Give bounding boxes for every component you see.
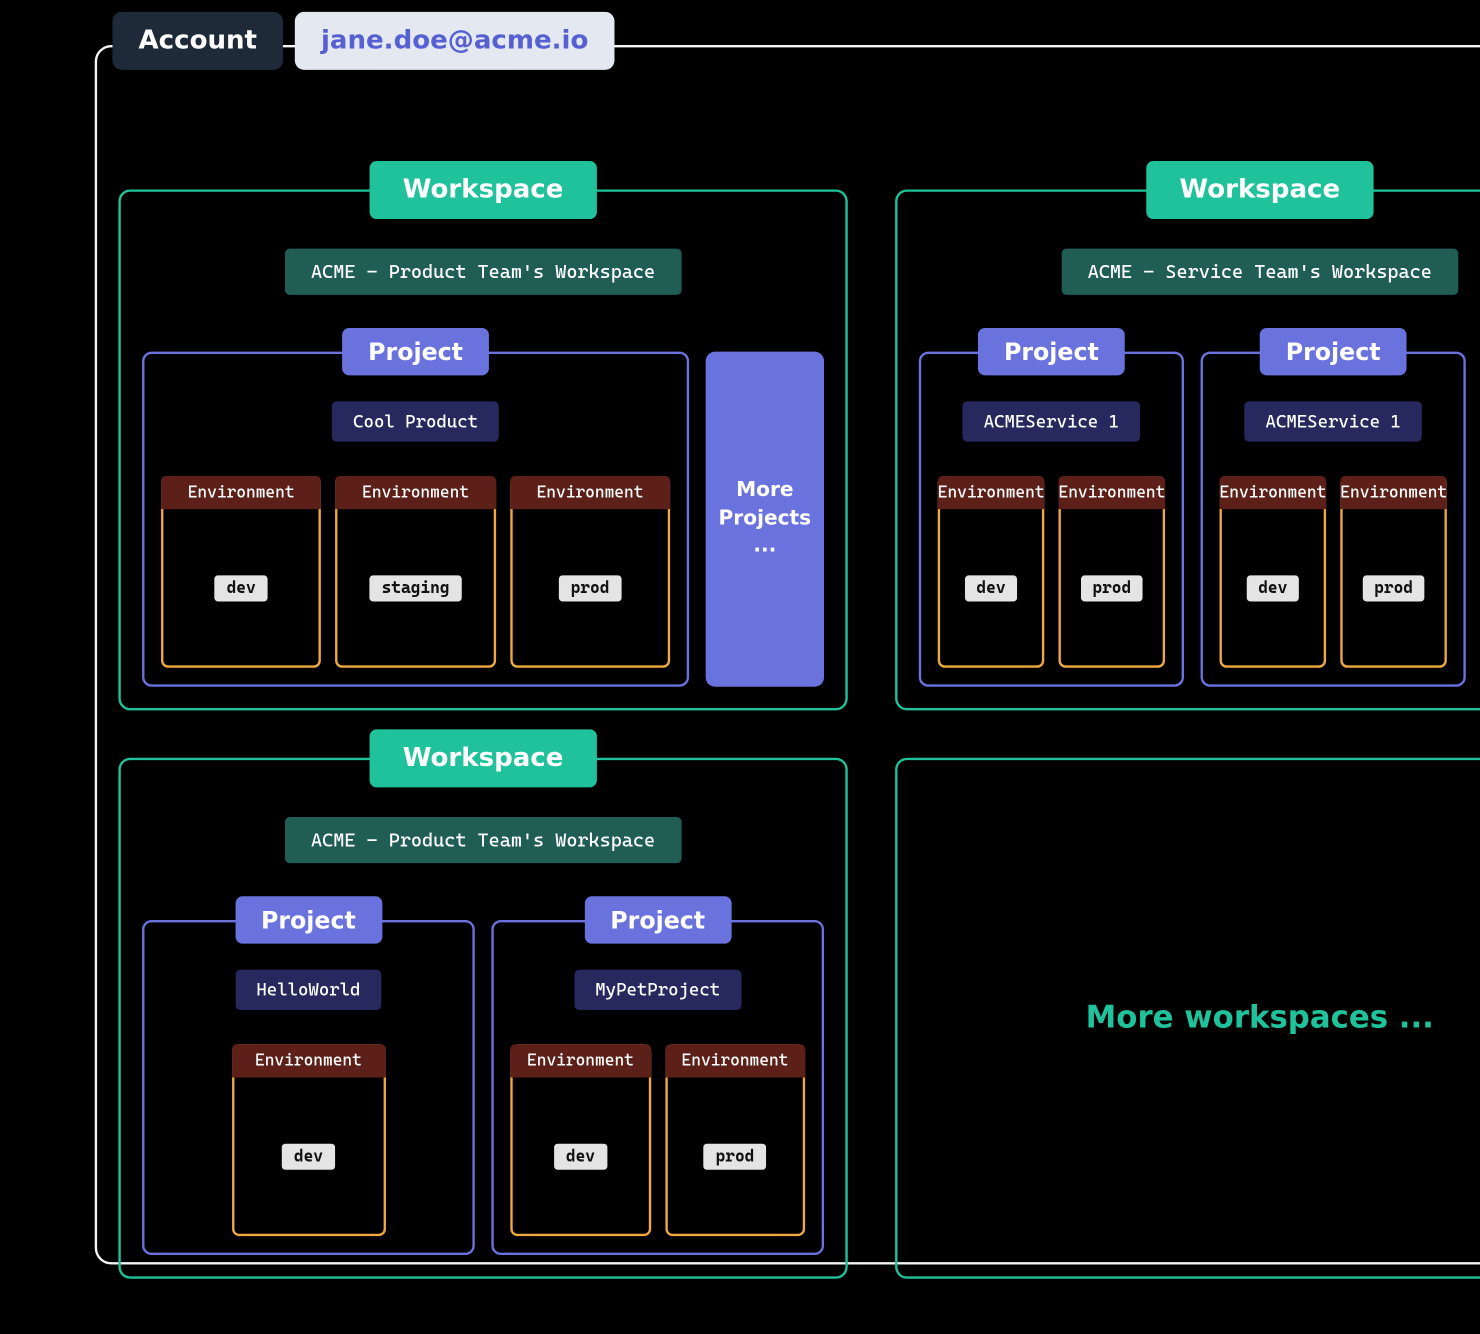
- environment-prod: Environment prod: [510, 476, 670, 668]
- environment-name: dev: [554, 1144, 607, 1170]
- environment-dev: Environment dev: [1220, 476, 1327, 668]
- account-tab: Account: [112, 12, 283, 70]
- environment-name: prod: [1362, 575, 1425, 601]
- project-helloworld: Project HelloWorld Environment dev: [142, 920, 475, 1255]
- more-projects-label: More Projects ...: [706, 477, 824, 562]
- environment-staging: Environment staging: [335, 476, 495, 668]
- environment-name: dev: [965, 575, 1018, 601]
- environment-name: staging: [370, 575, 462, 601]
- workspace-product-team: Workspace ACME - Product Team's Workspac…: [118, 189, 847, 710]
- workspace-name: ACME - Service Team's Workspace: [1062, 249, 1458, 295]
- workspace-service-team: Workspace ACME - Service Team's Workspac…: [895, 189, 1480, 710]
- environment-dev: Environment dev: [510, 1044, 650, 1236]
- environment-prod: Environment prod: [1340, 476, 1447, 668]
- environment-label: Environment: [510, 1044, 650, 1077]
- project-badge: Project: [342, 328, 489, 375]
- environment-name: prod: [1081, 575, 1144, 601]
- account-email-tab: jane.doe@acme.io: [295, 12, 615, 70]
- project-acmeservice-1a: Project ACMEService 1 Environment dev En…: [919, 352, 1184, 687]
- project-mypetproject: Project MyPetProject Environment dev Env…: [491, 920, 824, 1255]
- environment-dev: Environment dev: [161, 476, 321, 668]
- environment-dev: Environment dev: [938, 476, 1045, 668]
- project-cool-product: Project Cool Product Environment dev Env…: [142, 352, 689, 687]
- project-name: ACMEService 1: [962, 401, 1140, 441]
- project-badge: Project: [1260, 328, 1407, 375]
- workspace-name: ACME - Product Team's Workspace: [285, 817, 681, 863]
- workspace-badge: Workspace: [370, 161, 597, 219]
- environment-label: Environment: [510, 476, 670, 509]
- environment-name: dev: [215, 575, 268, 601]
- environment-name: prod: [704, 1144, 767, 1170]
- environment-label: Environment: [1220, 476, 1327, 509]
- environment-name: dev: [282, 1144, 335, 1170]
- environment-label: Environment: [1340, 476, 1447, 509]
- workspace-name: ACME - Product Team's Workspace: [285, 249, 681, 295]
- environment-label: Environment: [161, 476, 321, 509]
- project-badge: Project: [584, 896, 731, 943]
- environment-label: Environment: [231, 1044, 385, 1077]
- environment-prod: Environment prod: [665, 1044, 805, 1236]
- more-projects: More Projects ...: [706, 352, 824, 687]
- project-badge: Project: [235, 896, 382, 943]
- environment-label: Environment: [335, 476, 495, 509]
- more-workspaces: More workspaces ...: [895, 758, 1480, 1279]
- project-name: MyPetProject: [574, 970, 741, 1010]
- project-name: ACMEService 1: [1244, 401, 1422, 441]
- environment-label: Environment: [665, 1044, 805, 1077]
- project-name: Cool Product: [332, 401, 499, 441]
- environment-label: Environment: [938, 476, 1045, 509]
- account-tabs: Account jane.doe@acme.io: [112, 12, 614, 70]
- project-acmeservice-1b: Project ACMEService 1 Environment dev En…: [1201, 352, 1466, 687]
- environment-prod: Environment prod: [1058, 476, 1165, 668]
- more-workspaces-label: More workspaces ...: [1086, 1000, 1434, 1036]
- environment-name: prod: [559, 575, 622, 601]
- environment-dev: Environment dev: [231, 1044, 385, 1236]
- project-badge: Project: [978, 328, 1125, 375]
- project-name: HelloWorld: [235, 970, 382, 1010]
- workspace-badge: Workspace: [370, 729, 597, 787]
- workspace-badge: Workspace: [1146, 161, 1373, 219]
- environment-label: Environment: [1058, 476, 1165, 509]
- environment-name: dev: [1246, 575, 1299, 601]
- workspace-product-team-2: Workspace ACME - Product Team's Workspac…: [118, 758, 847, 1279]
